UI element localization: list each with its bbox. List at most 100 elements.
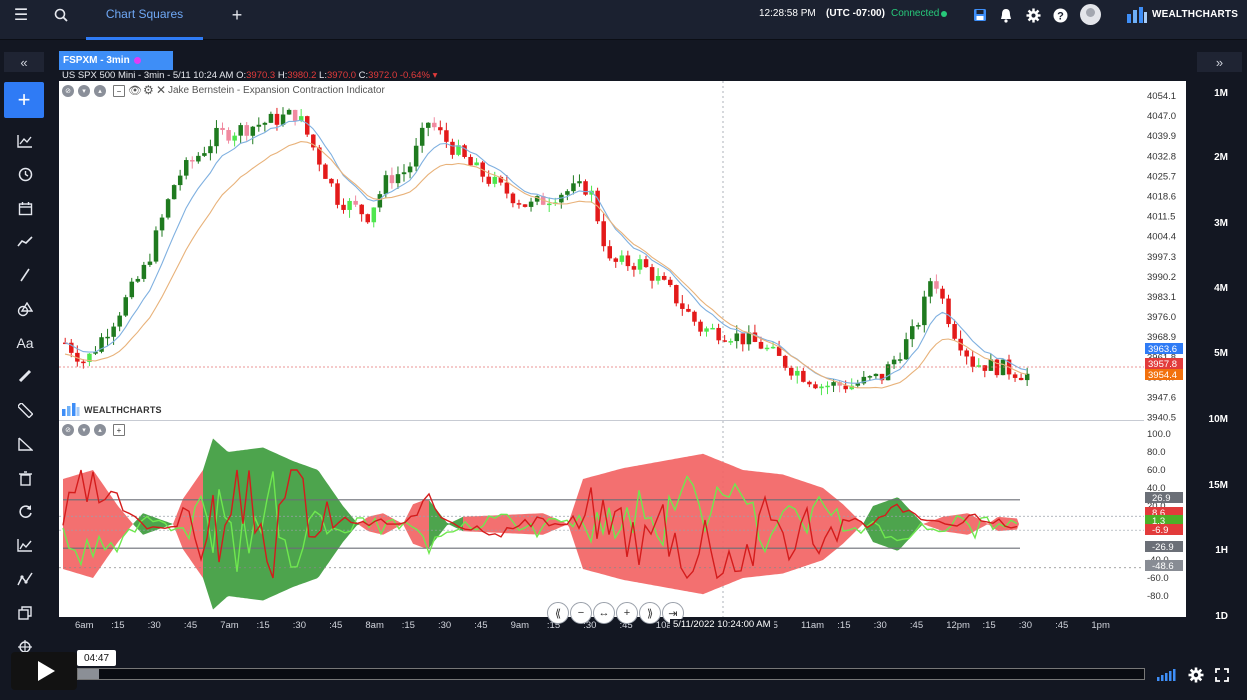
- candle-body: [668, 279, 673, 286]
- price-tick-label: 4011.5: [1147, 212, 1175, 223]
- price-label: 3957.8: [1148, 359, 1177, 370]
- volume-icon[interactable]: [1155, 666, 1179, 684]
- pane-close-icon[interactable]: ⊘: [62, 85, 74, 97]
- lower-pane-up-icon[interactable]: ▴: [94, 424, 106, 436]
- zoom-in-button[interactable]: +: [616, 602, 638, 624]
- candle-body: [444, 130, 449, 142]
- candle-body: [976, 365, 982, 367]
- time-axis-label: :15: [837, 620, 850, 631]
- candle-body: [323, 164, 328, 179]
- price-tick-label: 3940.5: [1147, 413, 1176, 424]
- candle-body: [208, 146, 213, 154]
- price-label: 3963.6: [1148, 344, 1177, 355]
- video-progress-bar[interactable]: [77, 668, 1145, 680]
- lower-pane-close-icon[interactable]: ⊘: [62, 424, 74, 436]
- pane-down-icon[interactable]: ▾: [78, 85, 90, 97]
- candle-body: [383, 175, 389, 195]
- candle-body: [964, 350, 969, 357]
- candle-body: [867, 376, 873, 378]
- candle-body: [377, 194, 383, 208]
- candle-body: [716, 327, 721, 341]
- candle-body: [244, 125, 249, 136]
- candle-body: [928, 281, 933, 297]
- candle-body: [335, 183, 340, 205]
- candle-body: [649, 267, 655, 281]
- candle-body: [855, 383, 861, 386]
- indicator-tick-label: -60.0: [1147, 573, 1169, 584]
- candle-body: [238, 125, 243, 136]
- candle-body: [359, 204, 364, 215]
- price-tick-label: 4004.4: [1147, 232, 1176, 243]
- candle-body: [565, 191, 570, 195]
- pane-up-icon[interactable]: ▴: [94, 85, 106, 97]
- time-axis-label: 12pm: [946, 620, 970, 631]
- candle-body: [426, 122, 431, 128]
- fullscreen-icon[interactable]: [1212, 666, 1232, 684]
- candle-body: [111, 326, 116, 337]
- candle-body: [401, 172, 407, 175]
- candle-body: [147, 261, 153, 265]
- candle-body: [1012, 374, 1018, 378]
- time-axis-label: :45: [1055, 620, 1068, 631]
- zoom-out-button[interactable]: −: [570, 602, 592, 624]
- candle-body: [946, 298, 951, 325]
- candle-body: [831, 382, 836, 386]
- price-tick-label: 4032.8: [1147, 151, 1176, 162]
- lower-pane-down-icon[interactable]: ▾: [78, 424, 90, 436]
- candle-body: [910, 326, 915, 340]
- candle-body: [916, 325, 921, 327]
- scroll-left-fast-button[interactable]: ⟪: [547, 602, 569, 624]
- price-tick-label: 4054.1: [1147, 91, 1176, 102]
- candle-body: [613, 258, 619, 262]
- candle-body: [341, 204, 346, 210]
- time-axis-label: :30: [293, 620, 306, 631]
- candle-body: [801, 370, 806, 382]
- candle-body: [782, 355, 788, 368]
- play-icon[interactable]: [11, 652, 77, 690]
- close-icon[interactable]: ✕: [156, 83, 166, 97]
- scroll-right-fast-button[interactable]: ⟫: [639, 602, 661, 624]
- time-axis-label: :30: [438, 620, 451, 631]
- time-axis-label: :30: [874, 620, 887, 631]
- indicator-label[interactable]: Jake Bernstein - Expansion Contraction I…: [168, 85, 385, 96]
- candle-body: [226, 130, 231, 141]
- time-axis-label: :30: [1019, 620, 1032, 631]
- collapse-indicator-icon[interactable]: −: [113, 85, 125, 97]
- candle-body: [220, 127, 225, 131]
- candle-body: [577, 181, 582, 184]
- candle-body: [843, 385, 848, 390]
- price-tick-label: 3947.6: [1147, 393, 1176, 404]
- candle-body: [807, 381, 812, 385]
- time-axis-label: :15: [257, 620, 270, 631]
- time-axis-label: :15: [111, 620, 124, 631]
- fast-moving-average-line: [64, 119, 1027, 384]
- candle-body: [1018, 377, 1024, 381]
- gear-icon[interactable]: ⚙: [143, 83, 154, 97]
- time-axis-label: :45: [329, 620, 342, 631]
- candle-body: [117, 315, 122, 327]
- price-tick-label: 4039.9: [1147, 131, 1176, 142]
- time-axis-label: :15: [983, 620, 996, 631]
- time-axis-label: :45: [910, 620, 923, 631]
- candle-body: [190, 160, 195, 162]
- candle-body: [438, 127, 443, 131]
- time-axis-label: 1pm: [1091, 620, 1110, 631]
- eye-icon[interactable]: 👁: [128, 84, 142, 97]
- candle-body: [758, 341, 764, 349]
- settings-icon[interactable]: [1186, 666, 1206, 684]
- candle-body: [450, 141, 455, 155]
- candle-body: [547, 203, 552, 206]
- candle-body: [365, 214, 370, 223]
- candle-body: [395, 174, 401, 184]
- candle-body: [389, 175, 395, 184]
- video-progress-fill: [78, 669, 100, 679]
- indicator-label: -6.9: [1152, 525, 1168, 536]
- candle-body: [819, 386, 824, 389]
- time-axis-label: 9am: [511, 620, 530, 631]
- reset-zoom-button[interactable]: ↔: [593, 602, 615, 624]
- candle-body: [347, 200, 352, 210]
- candle-body: [329, 178, 334, 184]
- candle-body: [698, 321, 703, 332]
- expand-pane-icon[interactable]: +: [113, 424, 125, 436]
- candle-body: [165, 199, 171, 218]
